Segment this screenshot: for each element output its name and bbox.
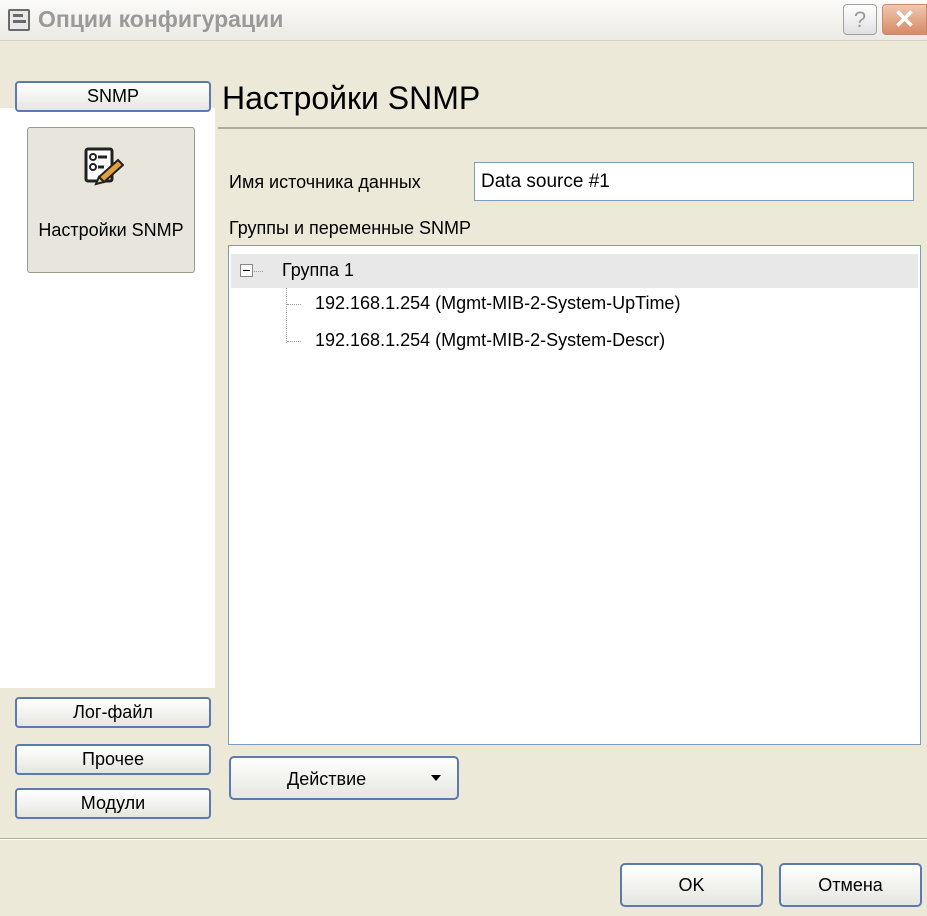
close-button[interactable]: ✕ [882, 4, 927, 35]
title-bar: Опции конфигурации ? ✕ [0, 0, 927, 41]
tree-item-label: 192.168.1.254 (Mgmt-MIB-2-System-UpTime) [315, 293, 681, 313]
ok-button[interactable]: OK [620, 863, 763, 907]
window-title: Опции конфигурации [38, 6, 284, 32]
chevron-down-icon [431, 775, 441, 781]
tree-connector [287, 341, 301, 342]
tree-connector [287, 304, 301, 305]
snmp-tree[interactable]: Группа 1 192.168.1.254 (Mgmt-MIB-2-Syste… [228, 245, 921, 745]
sidebar-tab-snmp[interactable]: SNMP [15, 81, 211, 112]
action-button-label: Действие [287, 769, 367, 789]
sidebar-tab-other[interactable]: Прочее [15, 744, 211, 775]
snmp-settings-button[interactable]: Настройки SNMP [27, 127, 195, 273]
tree-group-label: Группа 1 [282, 260, 355, 280]
page-title: Настройки SNMP [222, 80, 481, 116]
help-button[interactable]: ? [843, 4, 877, 35]
sidebar-tab-log-file[interactable]: Лог-файл [15, 697, 211, 728]
tree-group-row[interactable]: Группа 1 [231, 254, 918, 288]
sidebar-tab-modules[interactable]: Модули [15, 788, 211, 819]
tree-item-label: 192.168.1.254 (Mgmt-MIB-2-System-Descr) [315, 330, 666, 350]
footer-divider-highlight [0, 839, 927, 840]
tree-connector [254, 271, 263, 272]
cancel-button[interactable]: Отмена [779, 863, 922, 907]
action-dropdown-button[interactable]: Действие [229, 756, 459, 800]
tree-connector [286, 288, 287, 343]
title-divider [218, 127, 927, 129]
source-name-input[interactable] [474, 162, 914, 201]
collapse-icon[interactable] [240, 264, 253, 277]
app-icon [8, 9, 30, 31]
groups-label: Группы и переменные SNMP [229, 218, 472, 238]
snmp-settings-icon [84, 147, 124, 186]
source-name-label: Имя источника данных [229, 172, 421, 192]
snmp-settings-label: Настройки SNMP [38, 220, 184, 240]
